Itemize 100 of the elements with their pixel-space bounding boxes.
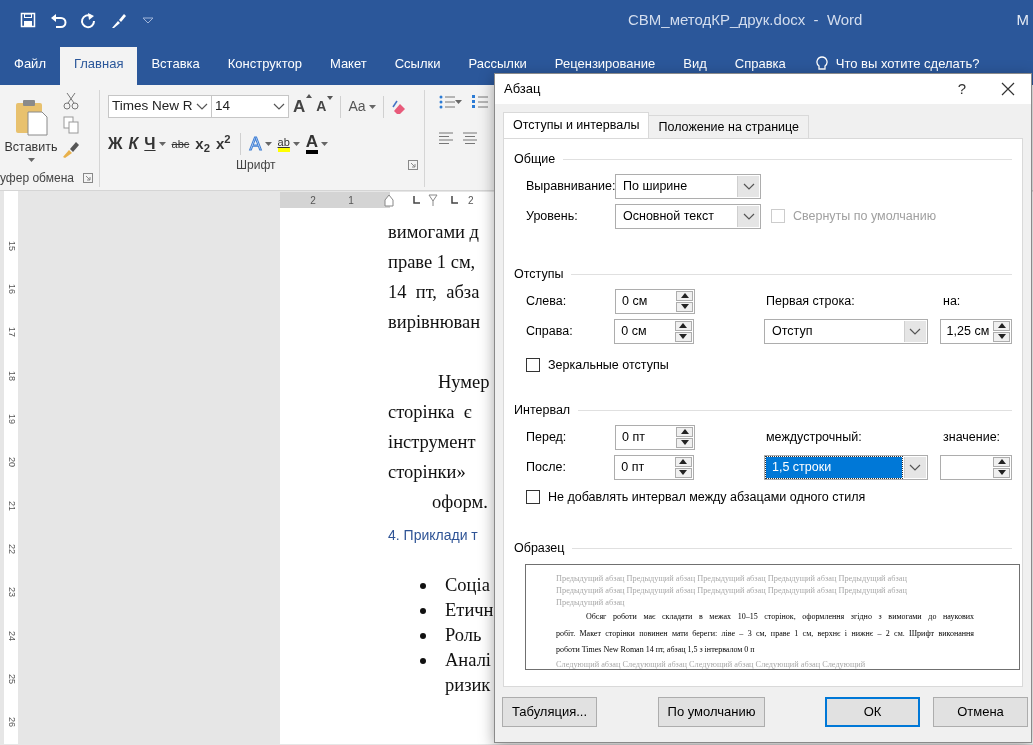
- dialog-button[interactable]: ОК: [825, 697, 920, 727]
- bullet-icon: [420, 632, 426, 639]
- dialog-launcher-icon[interactable]: [83, 173, 93, 183]
- field-label: Справа:: [526, 322, 574, 340]
- account-name[interactable]: М: [1016, 8, 1033, 32]
- superscript-button[interactable]: x$^{2}$: [215, 132, 231, 156]
- spin-field[interactable]: 1,25 см: [939, 318, 1012, 344]
- redo-icon[interactable]: [80, 11, 97, 29]
- dropdown[interactable]: Основной текст: [615, 203, 761, 229]
- ruler-number: 20: [6, 457, 16, 468]
- checkbox[interactable]: [526, 358, 540, 372]
- underline-button[interactable]: Ч: [144, 132, 166, 156]
- ribbon-tab[interactable]: Вставка: [137, 47, 214, 85]
- ruler-number: 15: [6, 240, 16, 251]
- spin-down-button[interactable]: [676, 437, 693, 448]
- spin-field[interactable]: 0 пт: [614, 454, 694, 480]
- list-item-text: Роль: [445, 623, 482, 647]
- bullets-button[interactable]: [439, 94, 462, 109]
- spin-field[interactable]: 0 пт: [615, 424, 695, 450]
- ribbon-tab[interactable]: Файл: [0, 47, 60, 85]
- paragraph-line: інструмент: [388, 432, 476, 452]
- font-color-button[interactable]: A: [305, 134, 329, 154]
- caret-down-icon[interactable]: [455, 99, 462, 104]
- tab-stop-icon[interactable]: [413, 196, 420, 204]
- spin-up-button[interactable]: [993, 320, 1010, 331]
- dropdown[interactable]: Отступ: [764, 318, 928, 344]
- spin-down-button[interactable]: [676, 301, 693, 312]
- caret-down-icon[interactable]: [264, 142, 272, 146]
- triangle-down-icon: [997, 470, 1006, 475]
- ribbon-tab[interactable]: Макет: [315, 47, 381, 85]
- dialog-button[interactable]: По умолчанию: [658, 697, 765, 727]
- dropdown[interactable]: По ширине: [615, 173, 761, 199]
- preview-text-line: Следующий абзац Следующий абзац Следующий абзац Следующий абзац Следующий: [556, 658, 867, 669]
- help-button[interactable]: ?: [939, 74, 985, 104]
- ribbon-tab[interactable]: Ссылки: [380, 47, 455, 85]
- save-icon[interactable]: [20, 11, 37, 29]
- spin-field[interactable]: [939, 454, 1012, 480]
- spin-field[interactable]: 0 см: [614, 318, 694, 344]
- chevron-down-icon: [909, 327, 922, 335]
- cut-button[interactable]: [62, 92, 80, 110]
- preview-text-line: роботи Times New Roman 14 пт, абзац 1,5 з інтервалом 0 п: [556, 644, 756, 656]
- caret-down-icon[interactable]: [158, 142, 166, 146]
- indent-marker-icon[interactable]: [428, 194, 438, 206]
- field-label: Первая строка:: [766, 292, 856, 310]
- field-label: на:: [943, 292, 961, 310]
- caret-down-icon[interactable]: [368, 104, 376, 109]
- tab-stop-icon[interactable]: [451, 196, 458, 204]
- change-case-button[interactable]: Aa: [348, 96, 376, 117]
- grow-font-button[interactable]: A: [293, 93, 313, 120]
- subscript-button[interactable]: x$_{2}$: [195, 132, 210, 156]
- ribbon-tab[interactable]: Главная: [59, 47, 138, 85]
- spin-field[interactable]: 0 см: [615, 288, 695, 314]
- clear-formatting-button[interactable]: [390, 98, 407, 115]
- spin-down-button[interactable]: [674, 331, 692, 342]
- brush-icon: [62, 140, 80, 158]
- shrink-font-button[interactable]: A: [316, 96, 334, 117]
- dropdown[interactable]: 1,5 строки: [764, 454, 928, 480]
- dialog-tab[interactable]: Отступы и интервалы: [503, 112, 650, 138]
- format-painter-button[interactable]: [62, 140, 80, 158]
- strikethrough-button[interactable]: abc: [171, 135, 190, 153]
- list-item-text: Аналі: [445, 648, 491, 672]
- dialog-button[interactable]: Табуляция...: [502, 697, 597, 727]
- spin-up-button[interactable]: [674, 320, 692, 331]
- triangle-up-icon: [997, 323, 1006, 328]
- caret-down-icon[interactable]: [27, 158, 35, 163]
- paste-button[interactable]: Вставить: [0, 90, 62, 169]
- checkbox[interactable]: [526, 490, 540, 504]
- ribbon-tab[interactable]: Вид: [669, 47, 721, 85]
- spin-down-button[interactable]: [993, 331, 1010, 342]
- tell-me-search[interactable]: Что вы хотите сделать?: [835, 54, 980, 74]
- bold-button[interactable]: Ж: [108, 132, 123, 156]
- spin-up-button[interactable]: [676, 290, 693, 301]
- font-size-combobox[interactable]: 14: [211, 95, 289, 118]
- indent-marker-icon[interactable]: [384, 193, 394, 207]
- italic-button[interactable]: К: [128, 132, 139, 156]
- dialog-tab[interactable]: Положение на странице: [648, 115, 810, 138]
- ribbon-tab[interactable]: Конструктор: [213, 47, 316, 85]
- align-left-button[interactable]: [439, 132, 453, 145]
- spin-down-button[interactable]: [674, 467, 692, 478]
- font-name-combobox[interactable]: Times New R: [108, 95, 212, 118]
- brush-icon[interactable]: [110, 11, 127, 29]
- spin-up-button[interactable]: [674, 456, 692, 467]
- dialog-button[interactable]: Отмена: [933, 697, 1028, 727]
- caret-down-icon[interactable]: [321, 142, 329, 146]
- spin-down-button[interactable]: [993, 467, 1010, 478]
- close-icon: [1001, 82, 1015, 96]
- center-button[interactable]: [463, 132, 477, 145]
- ribbon-tab[interactable]: Рецензирование: [540, 47, 670, 85]
- undo-icon[interactable]: [50, 11, 67, 29]
- preview-text-line: Обсяг роботи має складати в межах 10–15 сторінок, оформлення згідно з вимогами до наукових: [585, 611, 974, 623]
- triangle-up-icon: [680, 429, 689, 434]
- ribbon-tab[interactable]: Справка: [720, 47, 800, 85]
- dialog-launcher-icon[interactable]: [408, 160, 418, 170]
- spin-up-button[interactable]: [993, 456, 1010, 467]
- highlight-button[interactable]: ab: [277, 136, 300, 152]
- checkbox-label: Зеркальные отступы: [548, 356, 669, 374]
- numbering-button[interactable]: [472, 94, 488, 109]
- caret-down-icon[interactable]: [292, 142, 300, 146]
- spin-up-button[interactable]: [676, 426, 693, 437]
- section-heading: Интервал: [514, 401, 571, 419]
